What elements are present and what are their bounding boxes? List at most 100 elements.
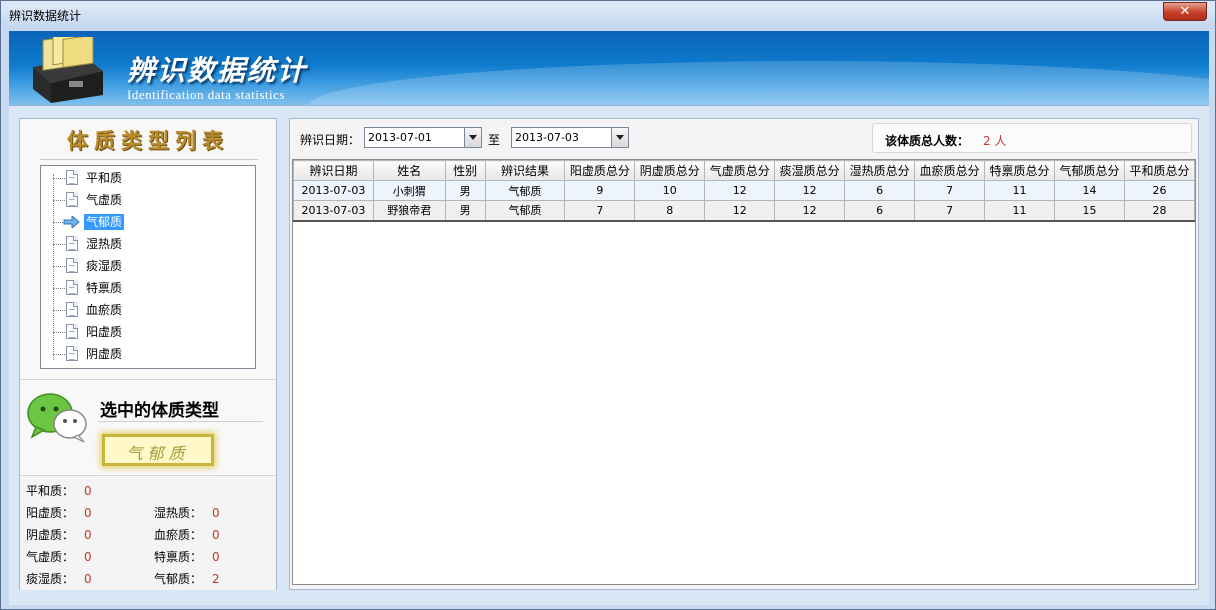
- table-cell: 男: [444, 200, 486, 221]
- tree-item-label: 平和质: [86, 171, 123, 185]
- count-xueyu: 血瘀质： 0: [154, 528, 220, 542]
- table-cell: 2013-07-03: [293, 180, 374, 201]
- tree-item[interactable]: 血瘀质: [41, 299, 255, 321]
- column-header[interactable]: 湿热质总分: [844, 160, 916, 181]
- results-table: 辨识日期 姓名 性别 辨识结果 阳虚质总分 阴虚质总分 气虚质总分 痰湿质总分 …: [293, 160, 1196, 222]
- count-tanshi: 痰湿质： 0: [26, 572, 92, 586]
- tree-item-label: 阴虚质: [86, 347, 123, 361]
- tree-item-label: 阳虚质: [86, 325, 123, 339]
- divider: [98, 421, 263, 422]
- banner-subtitle: Identification data statistics: [127, 87, 285, 102]
- tree-branch: [53, 288, 65, 289]
- table-cell: 6: [844, 180, 916, 201]
- table-cell: 12: [704, 180, 776, 201]
- selected-type-value: 气郁质: [126, 444, 190, 463]
- table-row[interactable]: 2013-07-03 小刺猬 男 气郁质 9 10 12 12 6 7 11 1…: [293, 180, 1196, 201]
- table-cell: 12: [704, 200, 776, 221]
- column-header[interactable]: 辨识日期: [293, 160, 374, 181]
- banner-title: 辨识数据统计: [127, 54, 308, 87]
- table-cell: 6: [844, 200, 916, 221]
- date-from-picker[interactable]: 2013-07-01: [364, 127, 482, 148]
- table-cell: 26: [1123, 180, 1196, 201]
- document-icon: [66, 236, 78, 251]
- column-header[interactable]: 血瘀质总分: [914, 160, 986, 181]
- table-cell: 12: [774, 200, 846, 221]
- panel-header: 体质类型列表: [20, 119, 276, 161]
- divider: [20, 379, 276, 380]
- tree-item[interactable]: 平和质: [41, 167, 255, 189]
- table-cell: 男: [444, 180, 486, 201]
- file-box-icon: [33, 37, 103, 103]
- column-header[interactable]: 姓名: [372, 160, 446, 181]
- count-qiyu: 气郁质： 2: [154, 572, 220, 586]
- table-cell: 10: [634, 180, 706, 201]
- tree-item-label: 特禀质: [86, 281, 123, 295]
- count-pinghe: 平和质： 0: [26, 484, 92, 498]
- table-cell: 28: [1123, 200, 1196, 221]
- column-header[interactable]: 平和质总分: [1123, 160, 1196, 181]
- app-window: 辨识数据统计 ✕ 辨识数据统计 Identification data stat…: [0, 0, 1216, 610]
- table-cell: 8: [634, 200, 706, 221]
- tree-branch: [53, 178, 65, 179]
- column-header[interactable]: 气虚质总分: [704, 160, 776, 181]
- chevron-down-icon[interactable]: [611, 128, 628, 147]
- panel-header-title: 体质类型列表: [67, 128, 229, 153]
- table-cell: 7: [564, 200, 636, 221]
- constitution-panel: 体质类型列表 平和质 气虚质 气郁质 湿热质 痰湿质 特禀质 血瘀质 阳虚质 阴…: [19, 118, 277, 590]
- column-header[interactable]: 特禀质总分: [984, 160, 1056, 181]
- count-tebing: 特禀质： 0: [154, 550, 220, 564]
- table-cell: 11: [984, 180, 1056, 201]
- column-header[interactable]: 阴虚质总分: [634, 160, 706, 181]
- table-cell: 11: [984, 200, 1056, 221]
- column-header[interactable]: 痰湿质总分: [774, 160, 846, 181]
- count-yinxu: 阴虚质： 0: [26, 528, 92, 542]
- tree-branch: [53, 332, 65, 333]
- table-cell: 7: [914, 180, 986, 201]
- document-icon: [66, 258, 78, 273]
- close-button[interactable]: ✕: [1163, 2, 1207, 21]
- date-from-value: 2013-07-01: [368, 131, 432, 144]
- document-icon: [66, 302, 78, 317]
- count-shire: 湿热质： 0: [154, 506, 220, 520]
- count-yangxu: 阳虚质： 0: [26, 506, 92, 520]
- tree-item[interactable]: 阳虚质: [41, 321, 255, 343]
- tree-item-selected[interactable]: 气郁质: [41, 211, 255, 233]
- tree-branch: [53, 266, 65, 267]
- document-icon: [66, 170, 78, 185]
- tree-item[interactable]: 痰湿质: [41, 255, 255, 277]
- tree-item[interactable]: 气虚质: [41, 189, 255, 211]
- table-row[interactable]: 2013-07-03 野狼帝君 男 气郁质 7 8 12 12 6 7 11 1…: [293, 200, 1196, 221]
- tree-item[interactable]: 特禀质: [41, 277, 255, 299]
- arrow-right-icon: [63, 216, 80, 228]
- table-cell: 气郁质: [484, 180, 566, 201]
- document-icon: [66, 346, 78, 361]
- total-count-value: 2 人: [983, 134, 1007, 148]
- column-header[interactable]: 阳虚质总分: [564, 160, 636, 181]
- divider: [40, 159, 258, 160]
- table-cell: 野狼帝君: [372, 200, 446, 221]
- tree-item-label: 血瘀质: [86, 303, 123, 317]
- table-cell: 12: [774, 180, 846, 201]
- banner: 辨识数据统计 Identification data statistics: [9, 31, 1209, 105]
- column-header[interactable]: 性别: [444, 160, 486, 181]
- chevron-down-icon[interactable]: [464, 128, 481, 147]
- table-cell: 小刺猬: [372, 180, 446, 201]
- tree-item-label: 气虚质: [86, 193, 123, 207]
- tree-item[interactable]: 湿热质: [41, 233, 255, 255]
- results-grid[interactable]: 辨识日期 姓名 性别 辨识结果 阳虚质总分 阴虚质总分 气虚质总分 痰湿质总分 …: [292, 159, 1196, 585]
- table-cell: 14: [1054, 180, 1125, 201]
- tree-branch: [53, 200, 65, 201]
- total-count-label: 该体质总人数：: [885, 134, 970, 148]
- title-bar: 辨识数据统计 ✕: [1, 1, 1215, 29]
- type-counts: 平和质： 0 阳虚质： 0 湿热质： 0 阴虚质： 0 血瘀质： 0 气虚质： 0 特禀质：…: [20, 475, 276, 590]
- statistics-panel: 辨识日期： 2013-07-01 至 2013-07-03 该体质总人数： 2 …: [289, 118, 1199, 590]
- column-header[interactable]: 辨识结果: [484, 160, 566, 181]
- date-to-label: 至: [488, 133, 501, 147]
- table-cell: 15: [1054, 200, 1125, 221]
- tree-item[interactable]: 阴虚质: [41, 343, 255, 365]
- document-icon: [66, 280, 78, 295]
- constitution-tree[interactable]: 平和质 气虚质 气郁质 湿热质 痰湿质 特禀质 血瘀质 阳虚质 阴虚质: [40, 165, 256, 369]
- column-header[interactable]: 气郁质总分: [1054, 160, 1125, 181]
- date-to-picker[interactable]: 2013-07-03: [511, 127, 629, 148]
- table-cell: 9: [564, 180, 636, 201]
